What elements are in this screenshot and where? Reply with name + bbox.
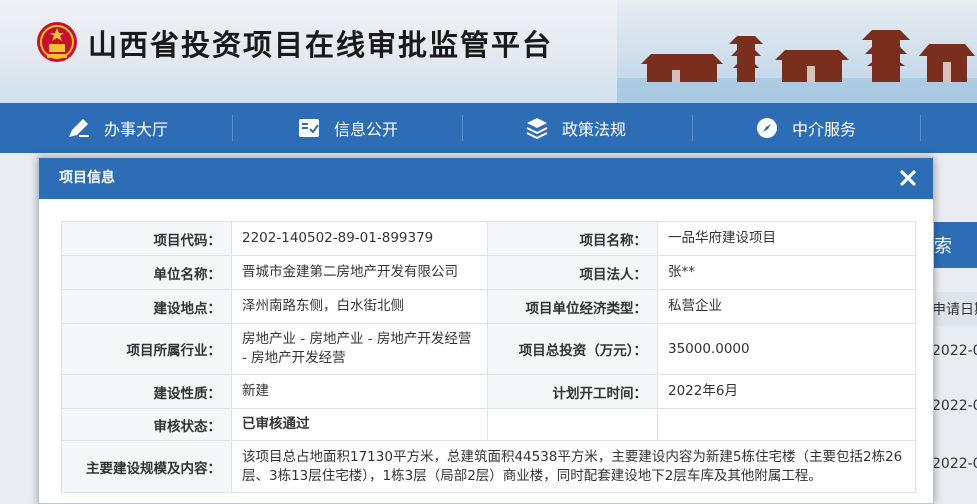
- nav-item-service-hall[interactable]: 办事大厅: [66, 103, 168, 153]
- nav-divider: [692, 115, 693, 141]
- nav-label: 政策法规: [562, 120, 627, 139]
- table-row: 单位名称： 晋城市金建第二房地产开发有限公司 项目法人： 张**: [61, 255, 916, 290]
- nav-label: 中介服务: [792, 120, 857, 139]
- national-emblem-icon: [37, 22, 77, 62]
- label-economic-type: 项目单位经济类型：: [487, 289, 658, 324]
- project-info-dialog: 项目信息 项目代码： 2202-140502-89-01-899379 项目名称…: [38, 157, 934, 504]
- value-project-code: 2202-140502-89-01-899379: [231, 221, 488, 256]
- site-title: 山西省投资项目在线审批监管平台: [88, 28, 554, 62]
- table-cell-date: 2022-02: [932, 398, 977, 414]
- label-total-investment: 项目总投资（万元）：: [487, 323, 658, 375]
- table-cell-date: 2022-02: [932, 343, 977, 359]
- label-project-name: 项目名称：: [487, 221, 658, 256]
- column-header-apply-date: 申请日期: [928, 292, 977, 326]
- table-row: 审核状态： 已审核通过: [61, 408, 916, 441]
- value-project-name: 一品华府建设项目: [657, 221, 916, 256]
- table-row: 主要建设规模及内容： 该项目总占地面积17130平方米，总建筑面积44538平方…: [61, 440, 916, 493]
- label-construction-nature: 建设性质：: [61, 374, 232, 409]
- table-row: 项目所属行业： 房地产业 - 房地产业 - 房地产开发经营 - 房地产开发经营 …: [61, 323, 916, 375]
- empty-cell: [487, 408, 658, 441]
- nav-label: 办事大厅: [104, 120, 169, 139]
- value-economic-type: 私营企业: [657, 289, 916, 324]
- pen-icon: [66, 115, 92, 141]
- search-button[interactable]: 索: [928, 222, 977, 268]
- label-project-code: 项目代码：: [61, 221, 232, 256]
- main-nav: 办事大厅 信息公开 政策法规 中介服务: [0, 103, 977, 153]
- value-legal-person: 张**: [657, 255, 916, 290]
- value-total-investment: 35000.0000: [657, 323, 916, 375]
- value-construction-scale: 该项目总占地面积17130平方米，总建筑面积44538平方米，主要建设内容为新建…: [231, 440, 916, 493]
- project-info-table: 项目代码： 2202-140502-89-01-899379 项目名称： 一品华…: [61, 221, 916, 493]
- nav-label: 信息公开: [334, 120, 399, 139]
- pagoda-skyline-icon: [617, 0, 977, 103]
- table-cell-date: 2022-02: [932, 456, 977, 472]
- label-legal-person: 项目法人：: [487, 255, 658, 290]
- nav-item-info-disclosure[interactable]: 信息公开: [296, 103, 398, 153]
- value-construction-nature: 新建: [231, 374, 488, 409]
- nav-item-policy[interactable]: 政策法规: [524, 103, 626, 153]
- label-company-name: 单位名称：: [61, 255, 232, 290]
- dialog-title: 项目信息: [59, 170, 115, 186]
- compass-icon: [754, 115, 780, 141]
- nav-divider: [462, 115, 463, 141]
- value-location: 泽州南路东侧，白水街北侧: [231, 289, 488, 324]
- site-header: 山西省投资项目在线审批监管平台: [0, 0, 977, 103]
- close-icon[interactable]: [897, 167, 919, 189]
- layers-icon: [524, 115, 550, 141]
- label-review-status: 审核状态：: [61, 408, 232, 441]
- table-row: 建设地点： 泽州南路东侧，白水街北侧 项目单位经济类型： 私营企业: [61, 289, 916, 324]
- nav-divider: [920, 115, 921, 141]
- info-board-icon: [296, 115, 322, 141]
- table-row: 建设性质： 新建 计划开工时间： 2022年6月: [61, 374, 916, 409]
- empty-cell: [657, 408, 916, 441]
- nav-divider: [232, 115, 233, 141]
- value-review-status: 已审核通过: [231, 408, 488, 441]
- value-company-name: 晋城市金建第二房地产开发有限公司: [231, 255, 488, 290]
- label-construction-scale: 主要建设规模及内容：: [61, 440, 232, 493]
- label-start-time: 计划开工时间：: [487, 374, 658, 409]
- label-location: 建设地点：: [61, 289, 232, 324]
- value-start-time: 2022年6月: [657, 374, 916, 409]
- value-industry: 房地产业 - 房地产业 - 房地产开发经营 - 房地产开发经营: [231, 323, 488, 375]
- label-industry: 项目所属行业：: [61, 323, 232, 375]
- nav-item-agency[interactable]: 中介服务: [754, 103, 856, 153]
- dialog-header: 项目信息: [39, 158, 933, 199]
- table-row: 项目代码： 2202-140502-89-01-899379 项目名称： 一品华…: [61, 221, 916, 256]
